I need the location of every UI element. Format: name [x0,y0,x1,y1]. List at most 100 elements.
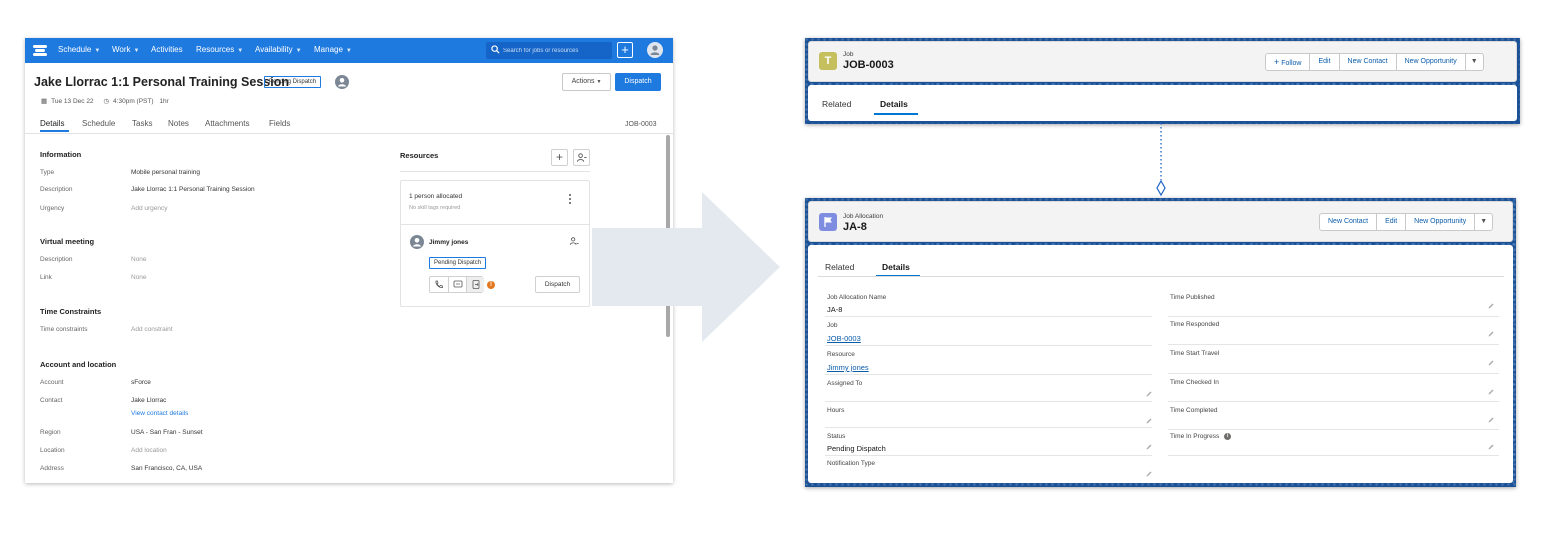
edit-pencil-icon[interactable] [1488,417,1494,423]
edit-pencil-icon[interactable] [1488,360,1494,366]
top-navigation-bar: Schedule ▼ Work ▼ Activities Resources ▼ Av… [25,38,673,63]
nav-activities[interactable]: Activities [151,45,183,54]
edit-pencil-icon[interactable] [1488,444,1494,450]
account-label: Account [40,379,64,386]
chevron-down-icon: ▼ [295,48,302,54]
chevron-down-icon: ▼ [1480,218,1488,225]
nav-manage[interactable]: Manage ▼ [314,45,352,54]
field-divider [1168,316,1499,317]
resource-name[interactable]: Jimmy jones [429,239,468,246]
object-type-label: Job [843,51,854,58]
resource-link[interactable]: Jimmy jones [827,363,869,372]
description-label: Description [40,186,73,193]
tab-schedule[interactable]: Schedule [82,119,115,128]
message-icon[interactable] [448,277,466,292]
edit-pencil-icon[interactable] [1146,418,1152,424]
record-name: JOB-0003 [843,59,894,71]
notification-type-label: Notification Type [827,460,875,467]
field-divider [1168,373,1499,374]
assign-person-button[interactable] [573,149,590,166]
edit-button[interactable]: Edit [1377,213,1407,231]
new-contact-button[interactable]: New Contact [1319,213,1378,231]
tab-fields[interactable]: Fields [269,119,290,128]
edit-pencil-icon[interactable] [1146,391,1152,397]
phone-icon[interactable] [430,277,448,292]
tab-divider [25,133,673,134]
field-divider [825,455,1152,456]
time-in-progress-label: Time In Progress i [1170,433,1232,440]
dispatch-button[interactable]: Dispatch [615,73,661,91]
add-urgency-field[interactable]: Add urgency [131,205,168,212]
tab-divider [818,276,1504,277]
tab-notes[interactable]: Notes [168,119,189,128]
meeting-description-value: None [131,256,147,263]
search-box[interactable] [486,42,612,59]
field-divider [1168,455,1499,456]
field-divider [1168,344,1499,345]
add-location-field[interactable]: Add location [131,447,167,454]
record-name: JA-8 [843,221,867,233]
new-contact-button[interactable]: New Contact [1339,53,1397,71]
create-plus-button[interactable]: + [617,42,633,58]
meeting-link-value: None [131,274,147,281]
new-opportunity-button[interactable]: New Opportunity [1396,53,1466,71]
follow-button[interactable]: + Follow [1265,53,1311,71]
resource-status-badge: Pending Dispatch [429,257,487,269]
edit-pencil-icon[interactable] [1146,444,1152,450]
nav-availability[interactable]: Availability ▼ [255,45,302,54]
region-label: Region [40,429,61,436]
assigned-to-label: Assigned To [827,380,863,387]
view-contact-details-link[interactable]: View contact details [131,410,188,417]
resource-dispatch-button[interactable]: Dispatch [535,276,580,293]
search-icon [491,45,500,54]
tab-tasks[interactable]: Tasks [132,119,152,128]
edit-pencil-icon[interactable] [1488,389,1494,395]
job-link[interactable]: JOB-0003 [827,334,861,343]
edit-pencil-icon[interactable] [1488,331,1494,337]
tab-related[interactable]: Related [825,262,854,272]
more-actions-dropdown[interactable]: ▼ [1465,53,1484,71]
edit-pencil-icon[interactable] [1488,303,1494,309]
tab-details[interactable]: Details [40,119,64,128]
type-label: Type [40,169,55,176]
add-constraint-field[interactable]: Add constraint [131,326,173,333]
nav-resources[interactable]: Resources ▼ [196,45,243,54]
tab-attachments[interactable]: Attachments [205,119,249,128]
edit-button[interactable]: Edit [1310,53,1340,71]
user-avatar-icon[interactable] [647,42,663,58]
new-opportunity-button[interactable]: New Opportunity [1406,213,1476,231]
location-label: Location [40,447,65,454]
search-input[interactable] [503,44,607,57]
info-icon[interactable]: i [1224,433,1232,440]
job-title: Jake Llorrac 1:1 Personal Training Sessi… [34,75,289,89]
nav-work[interactable]: Work ▼ [112,45,139,54]
add-resource-button[interactable]: + [551,149,568,166]
tab-related[interactable]: Related [822,99,851,109]
contact-icon-bar [429,276,484,293]
field-divider [825,401,1152,402]
tab-details[interactable]: Details [882,262,910,272]
active-tab-indicator [40,130,69,132]
edit-pencil-icon[interactable] [1146,471,1152,477]
field-divider [825,316,1152,317]
active-tab-indicator [874,113,918,115]
tab-details[interactable]: Details [880,99,908,109]
actions-dropdown-button[interactable]: Actions ▼ [562,73,611,91]
person-add-icon [576,153,587,162]
more-options-icon[interactable] [569,193,573,205]
nav-schedule[interactable]: Schedule ▼ [58,45,100,54]
app-logo-icon[interactable] [33,44,47,57]
chevron-down-icon: ▼ [1470,58,1478,65]
allocation-record-body: Related Details Job Allocation Name JA-8… [808,245,1513,483]
more-actions-dropdown[interactable]: ▼ [1475,213,1494,231]
meeting-description-label: Description [40,256,73,263]
chevron-down-icon: ▼ [596,79,602,85]
time-constraints-label: Time constraints [40,326,88,333]
dispatch-notify-icon[interactable] [466,277,484,292]
assignee-avatar-icon[interactable] [335,75,349,89]
transition-arrow-icon [592,192,780,342]
person-remove-icon[interactable] [569,236,579,246]
job-status-badge: Pending Dispatch [264,76,322,88]
clock-icon: ◷ [103,98,110,105]
job-id: JOB-0003 [625,121,657,128]
